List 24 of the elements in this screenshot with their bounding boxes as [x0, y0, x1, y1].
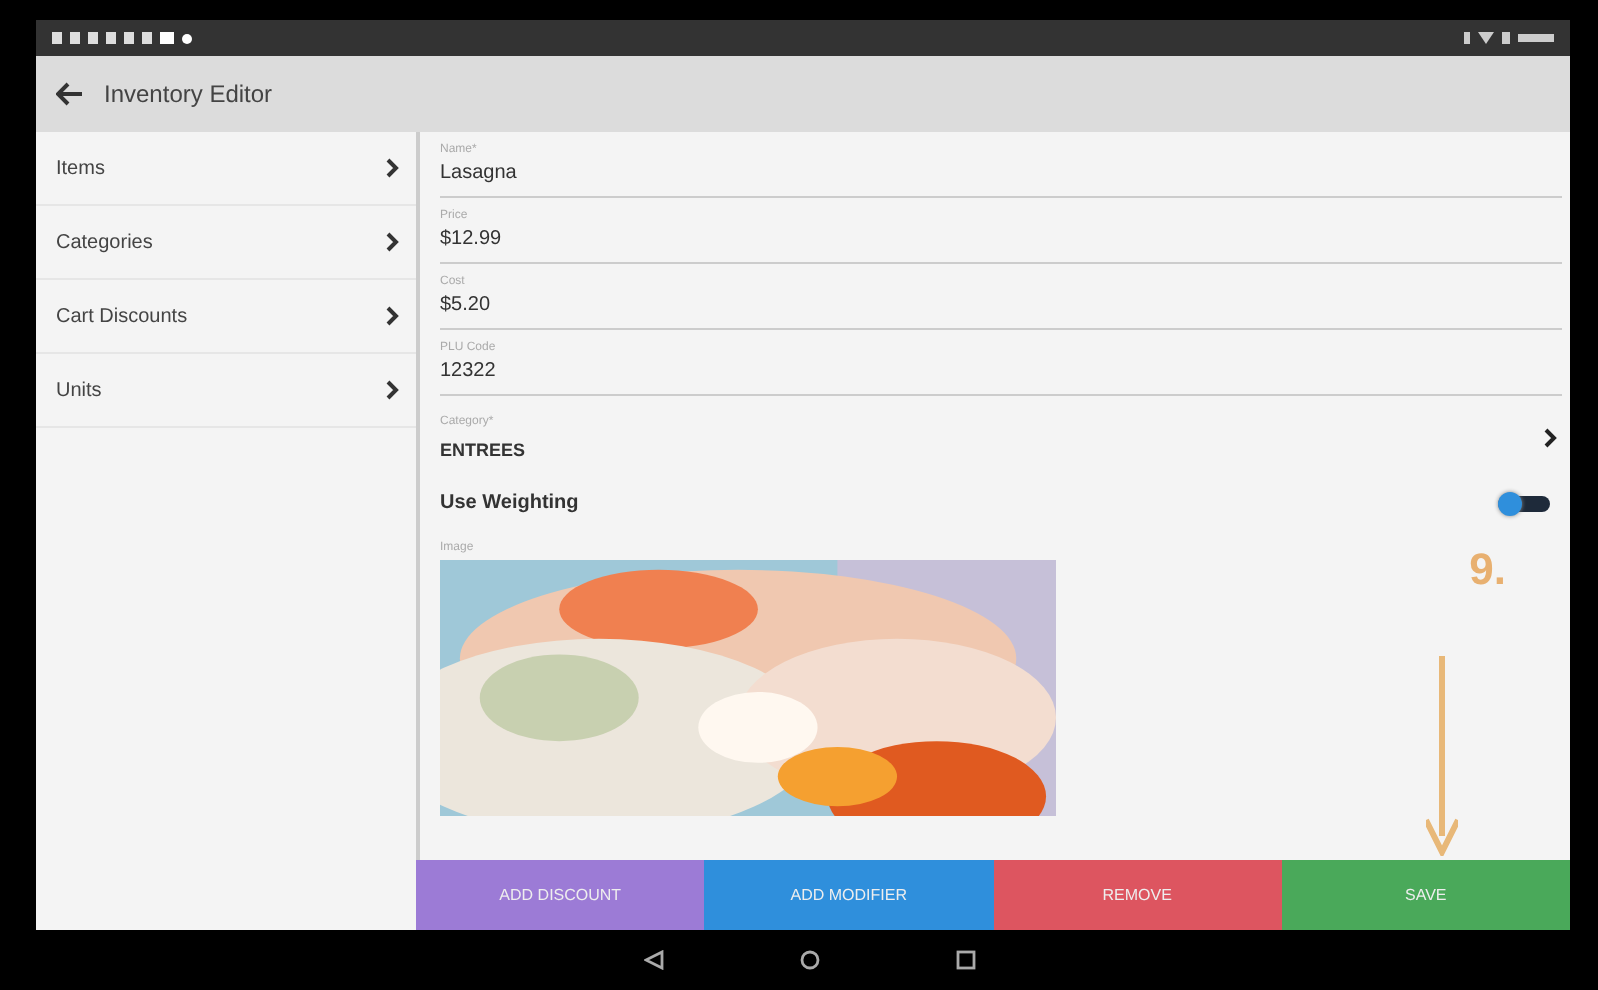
chevron-icon — [386, 306, 400, 326]
toggle-switch[interactable] — [1498, 495, 1550, 511]
screen-title: Inventory Editor — [104, 80, 273, 108]
chevron-icon — [386, 380, 400, 400]
field-value: 12322 — [440, 360, 498, 382]
chevron-icon — [386, 232, 400, 252]
step-number: 9. — [1469, 544, 1506, 596]
field-value: Lasagna — [440, 162, 519, 184]
recents-icon[interactable] — [956, 950, 976, 970]
chevron-icon — [1544, 428, 1558, 448]
wifi-icon — [1478, 32, 1494, 44]
field-value: $12.99 — [440, 228, 504, 250]
sidebar-item[interactable]: Cart Discounts — [36, 280, 416, 354]
sidebar-item[interactable]: Units — [36, 354, 416, 428]
home-icon[interactable] — [800, 950, 820, 970]
category-value: ENTREES — [440, 440, 526, 460]
dot-icon — [182, 33, 192, 43]
sidebar-item[interactable]: Items — [36, 132, 416, 206]
toggle-label: Use Weighting — [440, 492, 579, 514]
sidebar-item[interactable]: Categories — [36, 206, 416, 280]
back-icon[interactable] — [56, 82, 84, 106]
chevron-icon — [386, 158, 400, 178]
back-icon[interactable] — [644, 950, 664, 970]
field-value: $5.20 — [440, 294, 493, 316]
